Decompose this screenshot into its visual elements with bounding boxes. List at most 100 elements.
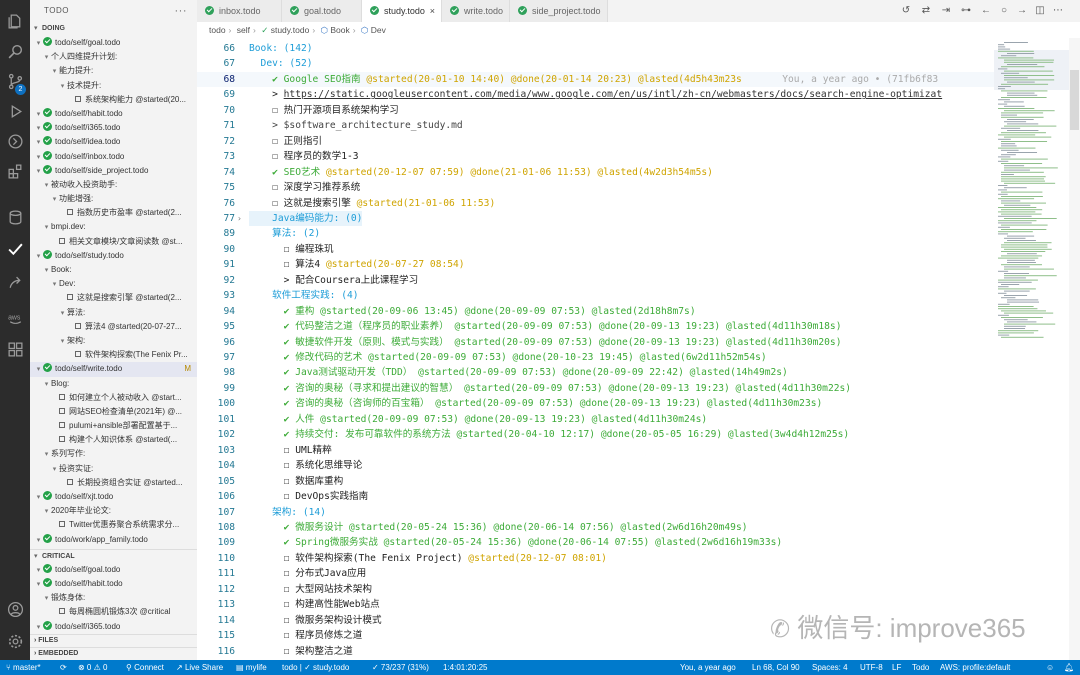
project-node[interactable]: ▾ 系列写作: [30,447,197,461]
code-line[interactable]: 101 ✔ 人件 @started(20-09-09 07:53) @done(… [197,412,994,428]
todo-check-icon[interactable] [0,234,30,264]
commit-node-icon[interactable]: ○ [998,5,1010,17]
project-node[interactable]: ▾ 技术提升: [30,79,197,93]
todo-file-node[interactable]: ▾ todo/self/side_project.todo [30,164,197,178]
section-files[interactable]: › FILES [30,634,197,646]
code-line[interactable]: 67 Dev: (52) [197,56,994,72]
code-line[interactable]: 104 ☐ 系统化思维导论 [197,458,994,474]
code-line[interactable]: 73 ☐ 程序员的数学1-3 [197,149,994,165]
todo-timer[interactable]: 1:4:01:20:25 [443,660,487,675]
code-line[interactable]: 77 › Java编码能力: (0) [197,210,994,227]
live-share-item[interactable]: ↗ Live Share [176,660,223,675]
tab-side-project[interactable]: side_project.todo [510,0,608,22]
explorer-icon[interactable] [0,6,30,36]
feedback-icon[interactable]: ☺ [1046,660,1054,675]
code-line[interactable]: 69 > https://static.googleusercontent.co… [197,87,994,103]
todo-item[interactable]: 长期投资组合实证 @started... [30,476,197,490]
todo-item[interactable]: pulumi+ansible部署配置基于... [30,419,197,433]
todo-item[interactable]: Twitter优惠券聚合系统需求分... [30,518,197,532]
search-icon[interactable] [0,36,30,66]
database-icon[interactable] [0,202,30,232]
mylife-item[interactable]: ▤ mylife [236,660,267,675]
code-line[interactable]: 76 ☐ 这就是搜索引擎 @started(21-01-06 11:53) [197,196,994,212]
code-line[interactable]: 102 ✔ 持续交付: 发布可靠软件的系统方法 @started(20-04-1… [197,427,994,443]
todo-file-node[interactable]: ▾ todo/self/xjt.todo [30,490,197,504]
remote-icon[interactable] [0,126,30,156]
todo-item[interactable]: 构建个人知识体系 @started(... [30,433,197,447]
run-debug-icon[interactable] [0,96,30,126]
git-compare-icon[interactable]: ⇄ [920,5,932,17]
tab-study[interactable]: study.todo × [362,0,442,22]
tab-inbox[interactable]: inbox.todo [197,0,282,22]
code-line[interactable]: 89 算法: (2) [197,226,994,242]
project-node[interactable]: ▾ 架构: [30,334,197,348]
code-line[interactable]: 68 ✔ Google SEO指南 @started(20-01-10 14:4… [197,71,994,88]
code-line[interactable]: 111 ☐ 分布式Java应用 [197,566,994,582]
todo-file-node[interactable]: ▾ todo/self/habit.todo [30,107,197,121]
more-actions-icon[interactable]: ··· [175,0,188,22]
todo-file-node[interactable]: ▾ todo/self/i365.todo [30,121,197,135]
todo-file-node[interactable]: ▾ todo/self/goal.todo [30,36,197,50]
code-line[interactable]: 99 ✔ 咨询的奥秘（寻求和提出建议的智慧） @started(20-09-09… [197,381,994,397]
code-line[interactable]: 109 ✔ Spring微服务实战 @started(20-05-24 15:3… [197,535,994,551]
todo-file-node[interactable]: ▾ todo/self/idea.todo [30,135,197,149]
language-mode[interactable]: Todo [912,660,929,675]
code-line[interactable]: 66 Book: (142) [197,41,994,57]
project-node[interactable]: ▾ 锻炼身体: [30,591,197,605]
project-node[interactable]: ▾ 功能增强: [30,192,197,206]
breadcrumb-item[interactable]: Dev [371,25,386,35]
code-line[interactable]: 75 ☐ 深度学习推荐系统 [197,180,994,196]
todo-item[interactable]: 如何建立个人被动收入 @start... [30,391,197,405]
code-line[interactable]: 103 ☐ UML精粹 [197,443,994,459]
code-line[interactable]: 106 ☐ DevOps实践指南 [197,489,994,505]
end-of-line[interactable]: LF [892,660,901,675]
code-line[interactable]: 97 ✔ 修改代码的艺术 @started(20-09-09 07:53) @d… [197,350,994,366]
breadcrumb-item[interactable]: self [237,25,250,35]
todo-progress[interactable]: ✓ 73/237 (31%) [372,660,429,675]
extensions-icon[interactable] [0,156,30,186]
code-line[interactable]: 72 ☐ 正则指引 [197,134,994,150]
grid-extension-icon[interactable] [0,334,30,364]
project-node[interactable]: ▾ Book: [30,263,197,277]
aws-profile[interactable]: AWS: profile:default [940,660,1010,675]
git-blame[interactable]: You, a year ago [680,660,736,675]
code-line[interactable]: 74 ✔ SEO艺术 @started(20-12-07 07:59) @don… [197,165,994,181]
code-line[interactable]: 70 ☐ 热门开源项目系统架构学习 [197,103,994,119]
open-changes-icon[interactable]: ⇥ [940,5,952,17]
close-icon[interactable]: × [430,0,435,22]
sync-icon[interactable]: ⟳ [60,660,67,675]
todo-item[interactable]: 网站SEO检查清单(2021年) @... [30,405,197,419]
code-line[interactable]: 96 ✔ 敏捷软件开发（原则、模式与实践） @started(20-09-09 … [197,335,994,351]
tab-goal[interactable]: goal.todo [282,0,362,22]
live-share-icon[interactable] [0,268,30,298]
breadcrumb-item[interactable]: todo [209,25,226,35]
breadcrumb-item[interactable]: Book [330,25,349,35]
code-line[interactable]: 91 ☐ 算法4 @started(20-07-27 08:54) [197,257,994,273]
todo-item[interactable]: 每周椭圆机锻炼3次 @critical [30,605,197,619]
account-icon[interactable] [0,594,30,624]
cursor-position[interactable]: Ln 68, Col 90 [752,660,800,675]
todo-item[interactable]: 这就是搜索引擎 @started(2... [30,291,197,305]
breadcrumb-item[interactable]: study.todo [271,25,310,35]
minimap[interactable] [994,38,1069,660]
settings-gear-icon[interactable] [0,626,30,656]
git-commit-icon[interactable]: ⊶ [960,5,972,17]
source-control-icon[interactable]: 2 [0,66,30,96]
git-branch[interactable]: ⑂ master* [6,660,41,675]
tab-write[interactable]: write.todo [442,0,510,22]
code-line[interactable]: 110 ☐ 软件架构探索(The Fenix Project) @started… [197,551,994,567]
code-line[interactable]: 95 ✔ 代码整洁之道（程序员的职业素养） @started(20-09-09 … [197,319,994,335]
project-node[interactable]: ▾ 算法: [30,306,197,320]
todo-item[interactable]: 相关文章模块/文章阅读数 @st... [30,235,197,249]
todo-item[interactable]: 算法4 @started(20-07-27... [30,320,197,334]
code-line[interactable]: 90 ☐ 编程珠玑 [197,242,994,258]
code-line[interactable]: 94 ✔ 重构 @started(20-09-06 13:45) @done(2… [197,304,994,320]
code-line[interactable]: 100 ✔ 咨询的奥秘（咨询师的百宝箱） @started(20-09-09 0… [197,396,994,412]
todo-file-node[interactable]: ▾ todo/self/i365.todo [30,620,197,634]
todo-file-node[interactable]: ▾ todo/work/app_family.todo [30,533,197,547]
aws-icon[interactable]: aws [0,302,30,332]
fold-chevron-icon[interactable]: › [237,211,247,227]
project-node[interactable]: ▾ 投资实证: [30,462,197,476]
code-line[interactable]: 71 > $software_architecture_study.md [197,118,994,134]
todo-file-node[interactable]: ▾ todo/self/inbox.todo [30,150,197,164]
